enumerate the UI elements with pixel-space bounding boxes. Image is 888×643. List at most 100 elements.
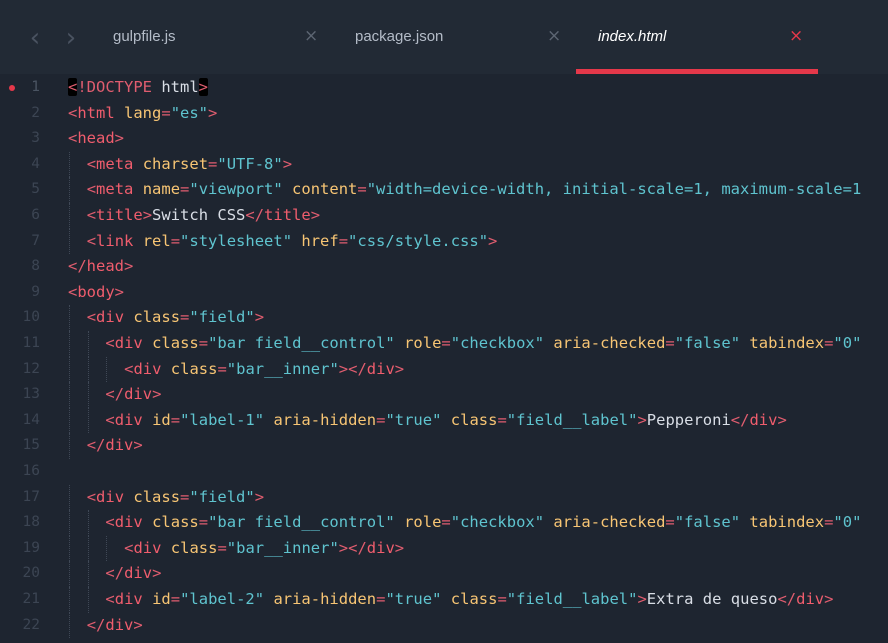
line-number: 13	[22, 386, 40, 403]
code-line[interactable]: 4 <meta charset="UTF-8">	[0, 151, 888, 178]
code-line[interactable]: 2 <html lang="es">	[0, 101, 888, 127]
code-line[interactable]: 16	[0, 459, 888, 485]
indent-guide	[106, 356, 108, 383]
code-token: "label-2"	[180, 590, 265, 608]
code-line[interactable]: 13 </div>	[0, 382, 888, 408]
code-token: "true"	[385, 410, 442, 429]
code-token: >	[152, 385, 162, 404]
line-number: 3	[31, 130, 40, 147]
code-line[interactable]: 17 <div class="field">	[0, 484, 888, 511]
code-token: aria-hidden	[273, 590, 377, 608]
close-icon[interactable]: ×	[304, 26, 318, 46]
code-token: >	[254, 308, 265, 327]
code-token: class	[170, 359, 218, 378]
code-token: div	[96, 487, 125, 506]
code-text: </div>	[87, 433, 143, 459]
line-number: 1	[31, 79, 40, 95]
indent-guide	[69, 484, 70, 511]
code-line[interactable]: 15 </div>	[0, 433, 888, 459]
code-token: >	[282, 154, 293, 173]
indent-guide	[69, 407, 70, 434]
code-token: div	[133, 359, 162, 378]
code-line[interactable]: 9 <body>	[0, 280, 888, 306]
indent-guide	[87, 535, 89, 562]
code-token: </	[68, 257, 87, 276]
code-line[interactable]: 18 <div class="bar field__control" role="…	[0, 510, 888, 536]
indent-guide	[87, 587, 89, 613]
tab-label: index.html	[598, 28, 667, 45]
code-text: <div class="bar__inner"></div>	[124, 536, 404, 562]
code-token: <	[86, 180, 97, 199]
code-token: div	[105, 436, 134, 455]
code-token: <	[86, 154, 97, 173]
code-token: =	[208, 154, 218, 173]
close-icon[interactable]: ×	[547, 26, 561, 46]
code-token: "field__label"	[506, 590, 638, 608]
code-token: <	[68, 129, 78, 148]
code-line[interactable]: 1 <!DOCTYPE html>	[0, 75, 888, 101]
tab-index-html[interactable]: index.html ×	[576, 0, 818, 74]
indent-guide	[69, 305, 70, 331]
tab-package-json[interactable]: package.json ×	[340, 0, 570, 74]
code-token: <	[105, 513, 115, 532]
code-token: Pepperoni	[646, 410, 731, 429]
bracket-match-highlight: <	[68, 78, 78, 96]
bracket-match-highlight: >	[198, 78, 209, 96]
code-token: >	[114, 129, 125, 148]
code-token: </	[730, 410, 750, 429]
code-token: </	[86, 436, 106, 455]
code-line[interactable]: 22 </div>	[0, 612, 888, 639]
code-token: >	[208, 103, 218, 122]
code-token: tabindex	[749, 334, 825, 352]
code-token: Switch CSS	[152, 206, 246, 224]
code-line[interactable]: 12 <div class="bar__inner"></div>	[0, 356, 888, 383]
tab-gulpfile[interactable]: gulpfile.js ×	[100, 0, 330, 74]
code-token: "checkbox"	[450, 334, 545, 352]
code-line[interactable]: 14 <div id="label-1" aria-hidden="true" c…	[0, 407, 888, 434]
indent-guide	[87, 356, 89, 383]
code-token: >	[777, 410, 787, 429]
code-line[interactable]: 6 <title>Switch CSS</title>	[0, 203, 888, 229]
forward-arrow-icon[interactable]: ›	[63, 25, 79, 51]
code-token: "false"	[674, 334, 741, 352]
code-editor[interactable]: 1 <!DOCTYPE html> 2 <html lang="es"> 3 <head>…	[0, 74, 888, 643]
indent-guide	[69, 356, 70, 383]
code-token: class	[133, 308, 181, 327]
code-line[interactable]: 5 <meta name="viewport" content="width=de…	[0, 177, 888, 203]
code-token: "bar field__control"	[208, 513, 395, 532]
code-token: ></	[338, 359, 367, 378]
code-token: role	[404, 513, 442, 532]
line-number: 5	[31, 181, 40, 198]
code-token: lang	[124, 103, 162, 122]
code-token: aria-checked	[553, 334, 666, 352]
code-line[interactable]: 3 <head>	[0, 126, 888, 152]
line-number: 7	[31, 232, 40, 249]
code-line[interactable]: 19 <div class="bar__inner"></div>	[0, 535, 888, 562]
code-token: class	[450, 410, 498, 429]
code-token: >	[637, 410, 647, 429]
code-token: class	[152, 513, 199, 532]
code-token: <	[86, 308, 97, 327]
line-number: 10	[22, 309, 40, 326]
code-token: head	[86, 257, 124, 276]
close-icon[interactable]: ×	[789, 26, 803, 46]
code-line[interactable]: 20 </div>	[0, 561, 888, 587]
code-line[interactable]: 8 </head>	[0, 254, 888, 280]
code-token: "0"	[833, 334, 862, 352]
code-line[interactable]: 11 <div class="bar field__control" role="…	[0, 331, 888, 357]
code-line[interactable]: 10 <div class="field">	[0, 305, 888, 331]
code-token: div	[796, 590, 825, 608]
code-token: >	[198, 78, 209, 96]
indent-guide	[69, 151, 70, 178]
code-line[interactable]: 21 <div id="label-2" aria-hidden="true" c…	[0, 587, 888, 613]
code-token: class	[170, 538, 218, 557]
line-number: 8	[31, 258, 40, 275]
back-arrow-icon[interactable]: ‹	[27, 25, 43, 51]
indent-guide	[69, 561, 70, 587]
code-line[interactable]: 7 <link rel="stylesheet" href="css/style.…	[0, 228, 888, 255]
